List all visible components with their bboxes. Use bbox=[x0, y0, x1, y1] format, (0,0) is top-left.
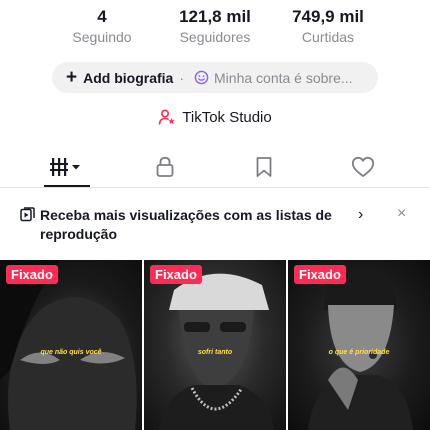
person-silhouette-2 bbox=[159, 273, 274, 430]
tiktok-studio-link[interactable]: TikTok Studio bbox=[0, 108, 430, 126]
playlist-icon bbox=[20, 207, 35, 222]
profile-tabs bbox=[0, 146, 430, 188]
account-about-button[interactable]: Minha conta é sobre... bbox=[194, 70, 353, 86]
profile-stats: 4 Seguindo 121,8 mil Seguidores 749,9 mi… bbox=[0, 6, 430, 48]
active-tab-indicator bbox=[44, 185, 90, 187]
bookmark-icon bbox=[256, 157, 272, 177]
video-caption: sofri tanto bbox=[197, 349, 233, 356]
followers-count: 121,8 mil bbox=[179, 7, 251, 26]
lock-icon bbox=[156, 156, 174, 177]
add-bio-button[interactable]: + Add biografia bbox=[66, 66, 174, 88]
stat-likes[interactable]: 749,9 mil Curtidas bbox=[273, 6, 383, 46]
video-caption: o que é prioridade bbox=[328, 349, 390, 356]
following-count: 4 bbox=[97, 7, 107, 26]
pinned-badge: Fixado bbox=[150, 265, 202, 284]
video-caption: que não quis você bbox=[40, 349, 102, 356]
likes-label: Curtidas bbox=[301, 29, 355, 45]
studio-person-icon bbox=[158, 109, 175, 125]
close-icon[interactable]: × bbox=[397, 205, 406, 223]
following-label: Seguindo bbox=[72, 29, 132, 45]
tab-private[interactable] bbox=[135, 146, 195, 188]
tab-saved[interactable] bbox=[234, 146, 294, 188]
followers-label: Seguidores bbox=[179, 29, 251, 45]
heart-icon bbox=[351, 156, 375, 177]
video-thumbnail[interactable]: Fixado sofri tanto bbox=[144, 260, 286, 430]
bio-pill: + Add biografia · Minha conta é sobre... bbox=[52, 62, 378, 93]
video-thumbnail[interactable]: Fixado o que é prioridade bbox=[288, 260, 430, 430]
pinned-badge: Fixado bbox=[294, 265, 346, 284]
smiley-icon bbox=[194, 70, 209, 85]
tab-videos[interactable] bbox=[36, 146, 96, 188]
chevron-right-icon[interactable]: › bbox=[358, 206, 363, 224]
video-thumbnail[interactable]: Fixado que não quis você bbox=[0, 260, 142, 430]
bio-separator: · bbox=[179, 69, 185, 86]
stat-following[interactable]: 4 Seguindo bbox=[47, 6, 157, 46]
person-silhouette-3 bbox=[308, 273, 413, 430]
videos-grid-icon bbox=[50, 158, 80, 176]
pinned-badge: Fixado bbox=[6, 265, 58, 284]
tab-liked[interactable] bbox=[333, 146, 393, 188]
add-bio-label: Add biografia bbox=[83, 69, 174, 86]
playlist-banner-text: Receba mais visualizações com as listas … bbox=[40, 207, 332, 242]
face-silhouette-1 bbox=[0, 260, 137, 430]
likes-count: 749,9 mil bbox=[292, 7, 364, 26]
video-grid: Fixado que não quis você Fixado sofri ta… bbox=[0, 260, 430, 430]
playlist-banner[interactable]: Receba mais visualizações com as listas … bbox=[0, 196, 430, 254]
studio-label: TikTok Studio bbox=[182, 108, 272, 126]
stat-followers[interactable]: 121,8 mil Seguidores bbox=[160, 6, 270, 46]
account-about-label: Minha conta é sobre... bbox=[214, 69, 353, 86]
plus-icon: + bbox=[66, 66, 78, 88]
